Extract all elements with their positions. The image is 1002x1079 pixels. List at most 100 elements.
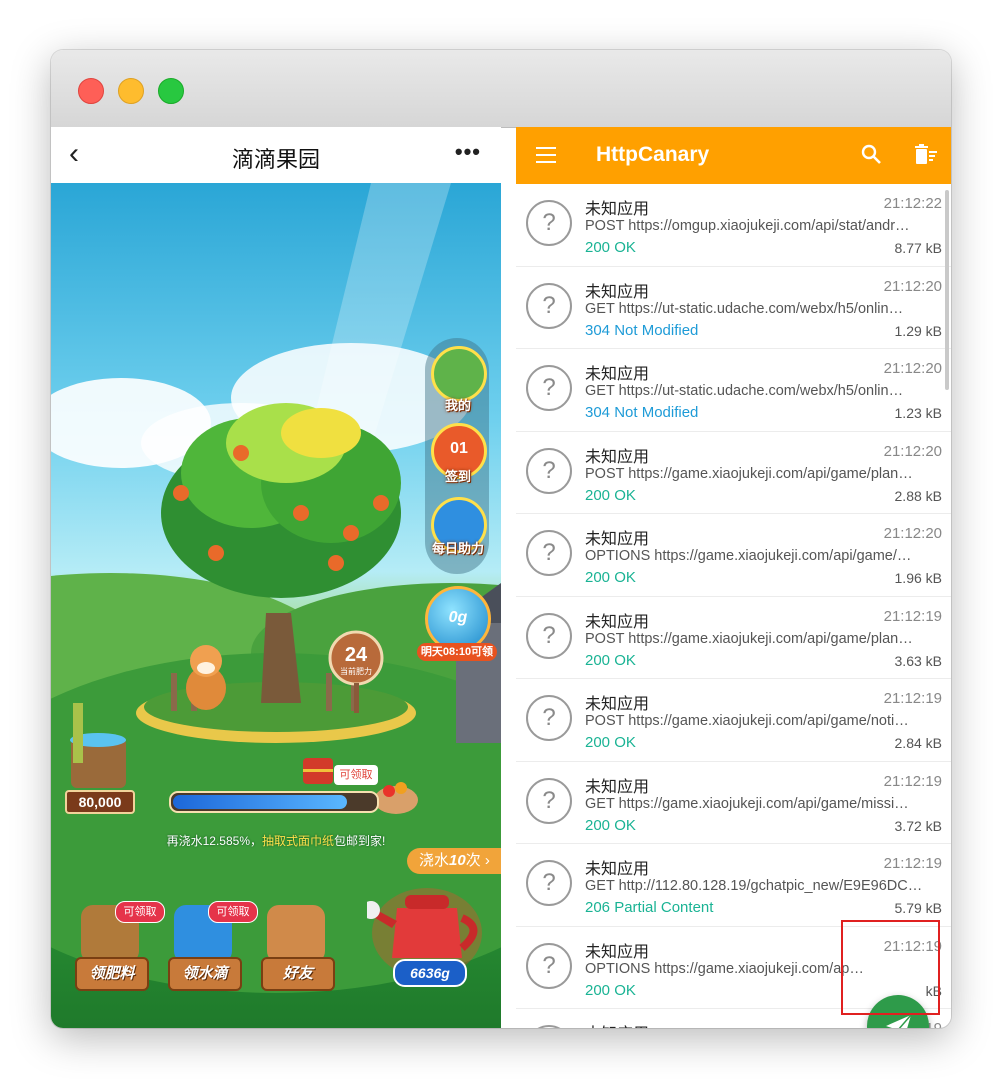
delete-all-icon[interactable] xyxy=(914,144,938,166)
response-status: 200 OK xyxy=(585,486,636,504)
farmer-icon[interactable] xyxy=(431,346,487,402)
response-size: 2.84 kB xyxy=(894,735,942,751)
list-item[interactable]: ? 未知应用 21:12:20 GET https://ut-static.udach… xyxy=(516,349,951,432)
response-size: 2.88 kB xyxy=(894,487,942,504)
get-fertilizer-label: 领肥料 xyxy=(75,957,149,991)
response-size: 1.29 kB xyxy=(894,322,942,339)
request-time: 21:12:22 xyxy=(883,195,942,212)
request-url: GET http://112.80.128.19/gchatpic_new/E9… xyxy=(585,878,923,894)
more-icon[interactable]: ••• xyxy=(455,139,481,165)
list-item[interactable]: ? 未知应用 21:12:19 POST https://game.xiaojukej… xyxy=(516,679,951,762)
request-url: GET https://ut-static.udache.com/webx/h5… xyxy=(585,300,904,317)
fertilizer-label: 当前肥力 xyxy=(340,666,372,676)
app-name: 未知应用 xyxy=(585,448,650,466)
request-time: 21:12:20 xyxy=(883,525,942,542)
search-icon[interactable] xyxy=(861,144,881,164)
request-list: ? 未知应用 21:12:22 POST https://omgup.xiaojuke… xyxy=(516,184,951,1028)
app-bar: HttpCanary xyxy=(516,127,951,184)
response-size: 8.77 kB xyxy=(894,240,942,256)
friends-button[interactable]: 好友 xyxy=(261,905,335,991)
request-url: OPTIONS https://game.xiaojukeji.com/api/… xyxy=(585,548,912,564)
friends-icon xyxy=(267,905,325,963)
request-url: GET https://ut-static.udache.com/webx/h5… xyxy=(585,383,904,399)
window-titlebar xyxy=(51,50,951,128)
menu-icon[interactable] xyxy=(536,147,556,163)
request-time: 21:12:20 xyxy=(883,442,942,460)
list-item[interactable]: ? 未知应用 21:12:20 GET https://ut-static.udach… xyxy=(516,267,951,349)
chest-tag[interactable]: 可领取 xyxy=(334,765,378,785)
hint-suffix: 包邮到家! xyxy=(334,834,386,848)
scrollbar[interactable] xyxy=(945,190,949,390)
highlight-box xyxy=(841,920,940,1015)
unknown-app-icon: ? xyxy=(526,530,572,576)
response-size: 1.96 kB xyxy=(894,570,942,586)
zoom-window-button[interactable] xyxy=(158,78,184,104)
unknown-app-icon: ? xyxy=(526,1025,572,1028)
app-name: 未知应用 xyxy=(585,531,650,548)
list-item[interactable]: ? 未知应用 21:12:19 GET http://112.80.128.19/gc… xyxy=(516,844,951,927)
list-item[interactable]: ? 未知应用 21:12:22 POST https://omgup.xiaojuke… xyxy=(516,184,951,267)
request-url: POST https://game.xiaojukeji.com/api/gam… xyxy=(585,465,913,482)
request-time: 21:12:19 xyxy=(883,607,942,625)
water-times-button[interactable]: 浇水10次 › xyxy=(407,848,501,874)
calendar-date: 01 xyxy=(450,440,468,457)
response-status: 206 Partial Content xyxy=(585,899,714,916)
app-name: 未知应用 xyxy=(585,943,650,961)
request-time: 21:12:19 xyxy=(883,690,942,707)
list-item[interactable]: ? 未知应用 21:12:20 POST https://game.xiaojukej… xyxy=(516,432,951,514)
friends-label: 好友 xyxy=(261,957,335,991)
response-size: 3.63 kB xyxy=(894,652,942,669)
water-badge: 可领取 xyxy=(208,901,258,923)
app-title: HttpCanary xyxy=(596,143,710,166)
water-times-prefix: 浇水 xyxy=(419,852,450,869)
list-item[interactable]: ? 未知应用 21:12:19 POST https://game.xiaojukej… xyxy=(516,597,951,679)
get-water-button[interactable]: 可领取 领水滴 xyxy=(168,901,258,991)
jar-label: 明天08:10可领 xyxy=(417,643,497,661)
app-name: 未知应用 xyxy=(585,778,650,796)
unknown-app-icon: ? xyxy=(526,200,572,246)
orchard-scene: 24 当前肥力 我的 01 签到 每日助力 0g 明天08:10可领 80,00… xyxy=(51,183,501,1028)
app-name: 未知应用 xyxy=(585,283,650,301)
response-status: 200 OK xyxy=(585,816,636,834)
response-size: 5.79 kB xyxy=(894,900,942,916)
fertilizer-value: 24 xyxy=(345,644,368,666)
response-status: 304 Not Modified xyxy=(585,404,699,421)
jar-value: 0g xyxy=(448,609,468,626)
app-name: 未知应用 xyxy=(585,366,650,383)
water-times-count: 10 xyxy=(449,852,466,869)
response-status: 200 OK xyxy=(585,981,636,999)
list-item[interactable]: ? 未知应用 21:12:19 GET https://game.xiaojukeji… xyxy=(516,762,951,844)
unknown-app-icon: ? xyxy=(526,695,572,741)
get-fertilizer-button[interactable]: 可领取 领肥料 xyxy=(75,901,165,991)
request-time: 21:12:19 xyxy=(883,855,942,872)
app-name: 未知应用 xyxy=(585,1020,649,1028)
my-label: 我的 xyxy=(444,398,471,413)
response-status: 200 OK xyxy=(585,734,636,751)
unknown-app-icon: ? xyxy=(526,860,572,906)
response-status: 304 Not Modified xyxy=(585,321,699,339)
minimize-window-button[interactable] xyxy=(118,78,144,104)
response-status: 200 OK xyxy=(585,651,636,669)
unknown-app-icon: ? xyxy=(526,282,572,329)
bucket-count: 80,000 xyxy=(65,790,135,814)
httpcanary-pane: HttpCanary ? 未知应用 21:12:22 POST https://omg… xyxy=(516,127,951,1028)
unknown-app-icon: ? xyxy=(526,942,572,989)
close-window-button[interactable] xyxy=(78,78,104,104)
hint-highlight: 抽取式面巾纸 xyxy=(262,834,335,848)
app-name: 未知应用 xyxy=(585,613,650,631)
page-title: 滴滴果园 xyxy=(231,147,320,172)
watering-hint: 再浇水12.585%，抽取式面巾纸包邮到家! xyxy=(51,832,501,849)
app-window: ‹ 滴滴果园 ••• 24 当前肥力 我的 01 签到 每日助力 0g 明天08… xyxy=(51,50,951,1028)
water-progress-fill xyxy=(173,795,347,809)
water-progress-bar xyxy=(169,791,379,813)
request-url: POST https://game.xiaojukeji.com/api/gam… xyxy=(585,713,909,729)
app-name: 未知应用 xyxy=(585,861,650,878)
list-item[interactable]: ? 未知应用 21:12:20 OPTIONS https://game.xiaoju… xyxy=(516,514,951,597)
water-times-suffix: 次 › xyxy=(465,852,490,869)
game-pane: ‹ 滴滴果园 ••• 24 当前肥力 我的 01 签到 每日助力 0g 明天08… xyxy=(51,127,501,1028)
request-url: POST https://game.xiaojukeji.com/api/gam… xyxy=(585,630,913,647)
request-time: 21:12:20 xyxy=(883,277,942,295)
response-status: 200 OK xyxy=(585,239,636,256)
request-time: 21:12:19 xyxy=(883,772,942,790)
unknown-app-icon: ? xyxy=(526,777,572,824)
